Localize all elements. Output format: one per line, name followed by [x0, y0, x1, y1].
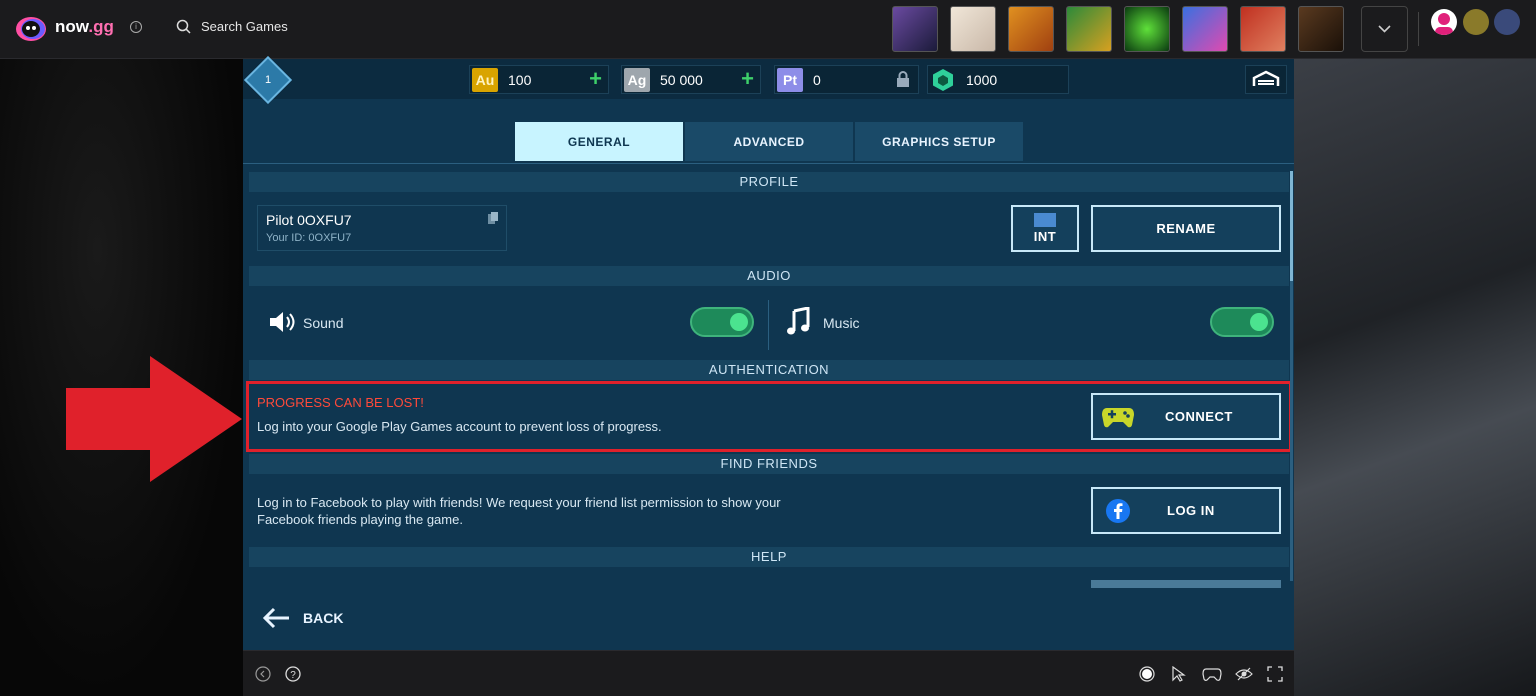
- add-ag-button[interactable]: +: [741, 68, 754, 90]
- search-games[interactable]: Search Games: [176, 19, 288, 34]
- cursor-settings-icon[interactable]: [1171, 666, 1187, 682]
- rename-button[interactable]: RENAME: [1091, 205, 1281, 252]
- login-label: LOG IN: [1167, 503, 1215, 518]
- currency-ag: Ag 50 000 +: [621, 65, 761, 94]
- more-games-dropdown-button[interactable]: [1361, 6, 1408, 52]
- google-play-message: Log into your Google Play Games account …: [257, 419, 662, 434]
- facebook-icon: [1106, 498, 1130, 523]
- game-thumb-5[interactable]: [1124, 6, 1170, 52]
- sound-toggle-knob: [730, 313, 748, 331]
- tab-general[interactable]: GENERAL: [515, 122, 683, 161]
- au-value: 100: [508, 71, 532, 88]
- level-value: 1: [264, 74, 272, 86]
- user-avatar[interactable]: [1431, 9, 1457, 35]
- pt-value: 0: [813, 71, 821, 88]
- copy-icon[interactable]: [488, 212, 498, 224]
- chevron-down-icon: [1378, 25, 1391, 33]
- gamepad-icon: [1102, 407, 1134, 427]
- pt-chip: Pt: [777, 67, 803, 92]
- add-au-button[interactable]: +: [589, 68, 602, 90]
- rank-badge-icon[interactable]: [1463, 9, 1489, 35]
- search-icon: [176, 19, 191, 34]
- help-icon[interactable]: ?: [285, 666, 301, 682]
- speaker-icon: [270, 312, 295, 332]
- avatar-icon: [1435, 13, 1453, 35]
- currency-au: Au 100 +: [469, 65, 609, 94]
- progress-warning: PROGRESS CAN BE LOST!: [257, 395, 424, 410]
- music-note-icon: [787, 307, 810, 335]
- game-thumb-fortnite[interactable]: [892, 6, 938, 52]
- music-toggle-knob: [1250, 313, 1268, 331]
- currency-gems: 1000: [927, 65, 1069, 94]
- language-button[interactable]: INT: [1011, 205, 1079, 252]
- game-thumb-7[interactable]: [1240, 6, 1286, 52]
- emulator-bottom-bar: ?: [243, 650, 1294, 696]
- search-placeholder: Search Games: [201, 19, 288, 34]
- music-toggle[interactable]: [1210, 307, 1274, 337]
- info-icon[interactable]: i: [130, 21, 142, 33]
- au-chip: Au: [472, 67, 498, 92]
- tab-graphics-setup[interactable]: GRAPHICS SETUP: [855, 122, 1023, 161]
- settings-scrollbar-thumb[interactable]: [1290, 171, 1293, 281]
- settings-tabs: GENERAL ADVANCED GRAPHICS SETUP: [515, 122, 1023, 161]
- game-thumbnails: [892, 6, 1344, 52]
- connect-label: CONNECT: [1165, 409, 1233, 424]
- help-heading: HELP: [249, 547, 1289, 567]
- facebook-message: Log in to Facebook to play with friends!…: [257, 495, 781, 527]
- record-icon[interactable]: [1139, 666, 1155, 682]
- hangar-icon: [1252, 70, 1280, 86]
- game-settings-screen: 1 Au 100 + Ag 50 000 + Pt 0 1000 GENERAL…: [243, 55, 1294, 650]
- sound-toggle[interactable]: [690, 307, 754, 337]
- gem-icon: [933, 68, 953, 91]
- un-flag-icon: [1034, 213, 1056, 227]
- game-thumb-basket-bros[interactable]: [1008, 6, 1054, 52]
- back-circle-icon[interactable]: [255, 666, 271, 682]
- game-thumb-6[interactable]: [1182, 6, 1228, 52]
- ag-chip: Ag: [624, 67, 650, 92]
- brand-main: now: [55, 17, 89, 36]
- audio-divider: [768, 300, 769, 350]
- find-friends-heading: FIND FRIENDS: [249, 454, 1289, 474]
- gamepad-controls-icon[interactable]: [1202, 666, 1222, 682]
- back-button[interactable]: BACK: [261, 606, 343, 630]
- nowgg-logo-icon[interactable]: [15, 15, 47, 43]
- visibility-off-icon[interactable]: [1235, 666, 1253, 682]
- facebook-login-button[interactable]: LOG IN: [1091, 487, 1281, 534]
- arrow-left-icon: [262, 607, 289, 629]
- gem-value: 1000: [966, 71, 998, 88]
- game-thumb-honkai[interactable]: [950, 6, 996, 52]
- hangar-home-button[interactable]: [1245, 65, 1287, 94]
- game-thumb-fnaf[interactable]: [1298, 6, 1344, 52]
- pilot-info-card: Pilot 0OXFU7 Your ID: 0OXFU7: [257, 205, 507, 251]
- ag-value: 50 000: [660, 71, 703, 88]
- audio-heading: AUDIO: [249, 266, 1289, 286]
- topbar-divider: [1418, 12, 1419, 46]
- pilot-name: Pilot 0OXFU7: [266, 212, 352, 228]
- lock-icon: [897, 71, 909, 87]
- language-label: INT: [1033, 229, 1057, 244]
- red-arrow-annotation: [66, 356, 242, 482]
- currency-pt: Pt 0: [774, 65, 919, 94]
- tab-advanced[interactable]: ADVANCED: [685, 122, 853, 161]
- brand-suffix: .gg: [88, 17, 114, 36]
- sound-label: Sound: [303, 315, 344, 331]
- profile-heading: PROFILE: [249, 172, 1289, 192]
- svg-text:?: ?: [290, 670, 296, 681]
- background-right-artwork: [1294, 59, 1536, 696]
- brand-name[interactable]: now.gg: [55, 17, 114, 37]
- back-label: BACK: [303, 610, 344, 626]
- top-bar: now.gg i Search Games: [0, 0, 1536, 59]
- trophy-badge-icon[interactable]: [1494, 9, 1520, 35]
- music-label: Music: [823, 315, 860, 331]
- help-button-partial[interactable]: [1091, 580, 1281, 588]
- game-thumb-4[interactable]: [1066, 6, 1112, 52]
- level-badge[interactable]: 1: [243, 55, 293, 105]
- connect-button[interactable]: CONNECT: [1091, 393, 1281, 440]
- authentication-heading: AUTHENTICATION: [249, 360, 1289, 380]
- resource-bar: 1 Au 100 + Ag 50 000 + Pt 0 1000: [243, 55, 1294, 105]
- fullscreen-icon[interactable]: [1267, 666, 1283, 682]
- tabs-divider: [243, 163, 1294, 164]
- pilot-id: Your ID: 0OXFU7: [266, 232, 352, 244]
